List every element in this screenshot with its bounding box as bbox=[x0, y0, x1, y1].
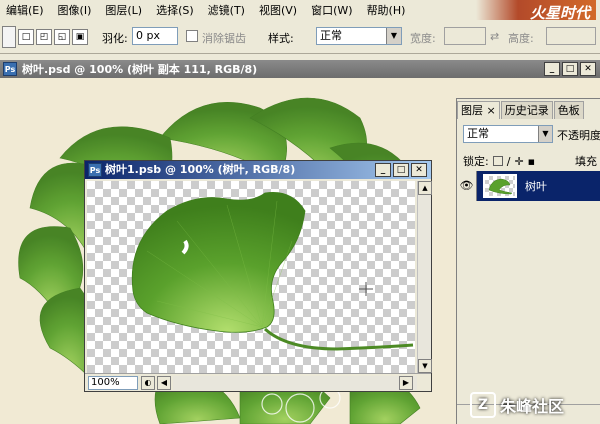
active-document-title-bar[interactable]: Ps 树叶1.psb @ 100% (树叶, RGB/8) _ □ ✕ bbox=[85, 161, 431, 179]
window-controls: _ □ ✕ bbox=[375, 163, 427, 177]
fill-label: 填充 bbox=[575, 155, 597, 168]
lock-all-icon[interactable]: ▪ bbox=[528, 155, 535, 168]
active-document-canvas[interactable] bbox=[87, 181, 415, 373]
document-title: 树叶.psd @ 100% (树叶 副本 111, RGB/8) bbox=[22, 63, 258, 76]
lock-row: 锁定: ∕ ✛ ▪ bbox=[463, 153, 535, 169]
feather-input[interactable]: 0 px bbox=[132, 27, 178, 45]
tab-layers[interactable]: 图层 × bbox=[457, 101, 500, 119]
window-controls: _ □ ✕ bbox=[544, 62, 596, 76]
active-document-window: Ps 树叶1.psb @ 100% (树叶, RGB/8) _ □ ✕ ▲ ▼ … bbox=[84, 160, 432, 392]
eye-icon[interactable]: 👁 bbox=[457, 171, 477, 201]
height-label: 高度: bbox=[508, 32, 534, 45]
intersect-selection-icon[interactable]: ▣ bbox=[72, 29, 88, 45]
lock-move-icon[interactable]: ✛ bbox=[514, 155, 523, 168]
menu-help[interactable]: 帮助(H) bbox=[367, 2, 406, 18]
menu-filter[interactable]: 滤镜(T) bbox=[208, 2, 245, 18]
add-selection-icon[interactable]: ◰ bbox=[36, 29, 52, 45]
chevron-down-icon: ▼ bbox=[386, 28, 401, 44]
layer-name: 树叶 bbox=[525, 180, 547, 193]
watermark-text: 朱峰社区 bbox=[500, 397, 565, 416]
scroll-down-icon[interactable]: ▼ bbox=[418, 359, 432, 373]
scroll-left-icon[interactable]: ◀ bbox=[157, 376, 171, 390]
menu-image[interactable]: 图像(I) bbox=[58, 2, 92, 18]
tab-swatches[interactable]: 色板 bbox=[553, 101, 584, 119]
close-tab-icon[interactable]: × bbox=[487, 104, 496, 117]
height-input[interactable] bbox=[546, 27, 596, 45]
tool-preset-picker[interactable] bbox=[2, 26, 16, 48]
zoom-field[interactable]: 100% bbox=[88, 376, 138, 390]
crosshair-cursor bbox=[359, 282, 373, 296]
feather-label: 羽化: bbox=[102, 32, 128, 45]
lock-transparency-icon[interactable] bbox=[492, 156, 503, 166]
subtract-selection-icon[interactable]: ◱ bbox=[54, 29, 70, 45]
lock-brush-icon[interactable]: ∕ bbox=[507, 155, 511, 168]
menu-view[interactable]: 视图(V) bbox=[259, 2, 297, 18]
tab-layers-label: 图层 bbox=[461, 104, 483, 117]
options-bar: □ ◰ ◱ ▣ 羽化: 0 px 消除锯齿 样式: 正常 ▼ 宽度: ⇄ 高度: bbox=[0, 20, 600, 54]
scroll-right-icon[interactable]: ▶ bbox=[399, 376, 413, 390]
chevron-down-icon: ▼ bbox=[538, 126, 552, 142]
vertical-scrollbar[interactable]: ▲ ▼ bbox=[417, 181, 432, 373]
style-select-value: 正常 bbox=[320, 29, 342, 42]
panel-tabs: 图层 × 历史记录 色板 bbox=[457, 101, 585, 119]
width-label: 宽度: bbox=[410, 32, 436, 45]
close-icon[interactable]: ✕ bbox=[411, 163, 427, 177]
status-info-icon[interactable]: ◐ bbox=[141, 376, 155, 390]
ginkgo-leaf-image bbox=[131, 192, 414, 351]
selection-mode-group: □ ◰ ◱ ▣ bbox=[18, 29, 88, 45]
menu-window[interactable]: 窗口(W) bbox=[311, 2, 352, 18]
maximize-icon[interactable]: □ bbox=[562, 62, 578, 76]
menu-layer[interactable]: 图层(L) bbox=[105, 2, 142, 18]
status-bar: 100% ◐ ◀ ▶ bbox=[85, 373, 431, 391]
maximize-icon[interactable]: □ bbox=[393, 163, 409, 177]
opacity-label: 不透明度 bbox=[557, 129, 600, 142]
blend-mode-value: 正常 bbox=[467, 127, 489, 140]
scroll-up-icon[interactable]: ▲ bbox=[418, 181, 432, 195]
document-title-bar[interactable]: Ps 树叶.psd @ 100% (树叶 副本 111, RGB/8) _ □ … bbox=[0, 60, 600, 78]
antialias-label: 消除锯齿 bbox=[202, 32, 246, 45]
style-label: 样式: bbox=[268, 32, 294, 45]
horizontal-scrollbar[interactable] bbox=[173, 376, 417, 390]
lock-label: 锁定: bbox=[463, 155, 489, 168]
watermark-logo: Z bbox=[470, 392, 496, 418]
swap-arrows-icon[interactable]: ⇄ bbox=[490, 30, 499, 43]
width-input[interactable] bbox=[444, 27, 486, 45]
blend-mode-select[interactable]: 正常 ▼ bbox=[463, 125, 553, 143]
photoshop-icon: Ps bbox=[3, 62, 17, 76]
menu-edit[interactable]: 编辑(E) bbox=[6, 2, 44, 18]
menu-select[interactable]: 选择(S) bbox=[156, 2, 194, 18]
active-document-title: 树叶1.psb @ 100% (树叶, RGB/8) bbox=[105, 163, 296, 176]
minimize-icon[interactable]: _ bbox=[544, 62, 560, 76]
close-icon[interactable]: ✕ bbox=[580, 62, 596, 76]
style-select[interactable]: 正常 ▼ bbox=[316, 27, 402, 45]
layers-panel: 图层 × 历史记录 色板 正常 ▼ 不透明度 锁定: ∕ ✛ ▪ 填充 👁 树叶 bbox=[456, 98, 600, 424]
minimize-icon[interactable]: _ bbox=[375, 163, 391, 177]
layer-row[interactable]: 👁 树叶 bbox=[457, 171, 600, 201]
antialias-checkbox[interactable] bbox=[186, 30, 198, 42]
watermark: Z 朱峰社区 bbox=[470, 386, 600, 424]
layer-thumbnail bbox=[483, 174, 517, 198]
photoshop-icon: Ps bbox=[88, 163, 102, 177]
new-selection-icon[interactable]: □ bbox=[18, 29, 34, 45]
tab-history[interactable]: 历史记录 bbox=[500, 101, 553, 119]
